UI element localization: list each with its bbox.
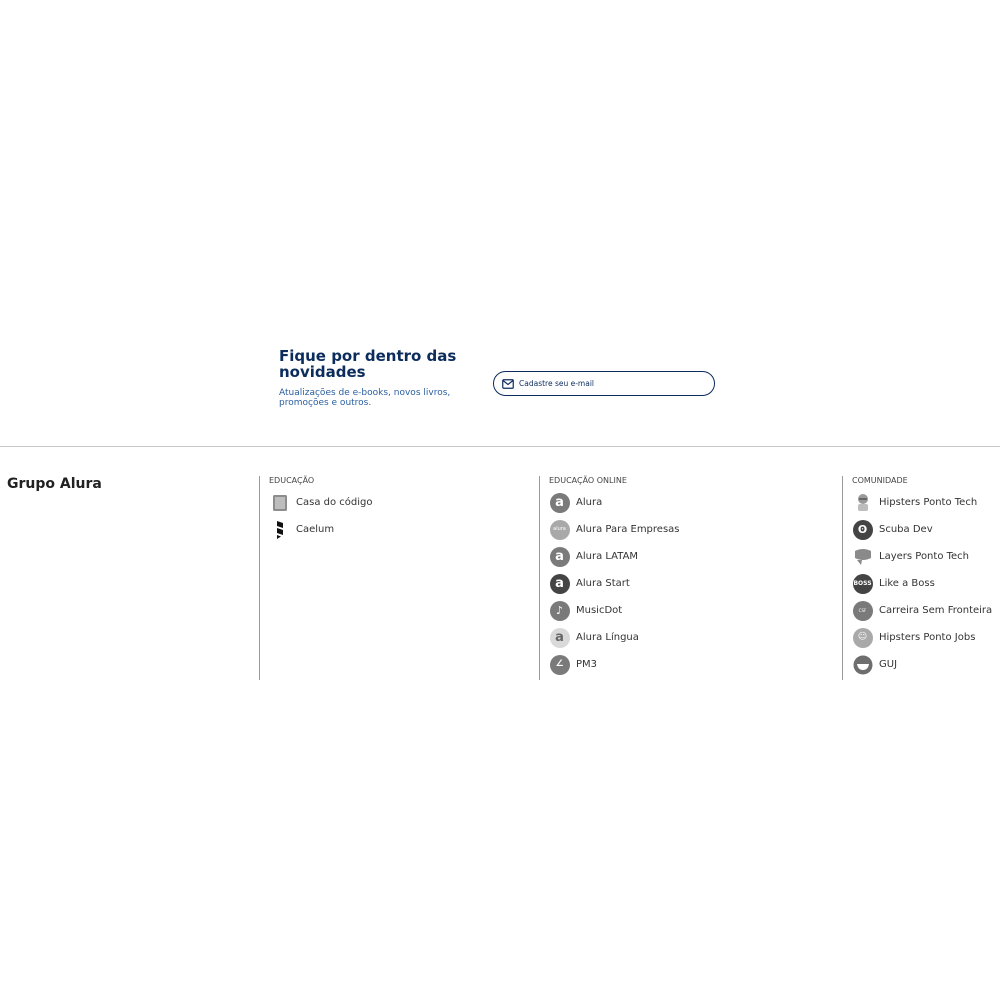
- footer-link-pm3[interactable]: ∠ PM3: [549, 651, 839, 678]
- footer-link-label: Hipsters Ponto Jobs: [879, 632, 976, 643]
- brand-title: Grupo Alura: [7, 476, 102, 492]
- alura-empresas-icon: alura: [549, 519, 570, 540]
- mail-icon: [502, 378, 514, 389]
- footer-link-label: Scuba Dev: [879, 524, 933, 535]
- email-signup-input[interactable]: Cadastre seu e-mail: [493, 371, 715, 396]
- alura-latam-icon: a: [549, 546, 570, 567]
- footer-link-musicdot[interactable]: ♪ MusicDot: [549, 597, 839, 624]
- footer-link-label: Alura Start: [576, 578, 630, 589]
- column-title: COMUNIDADE: [852, 476, 908, 485]
- layers-ponto-tech-icon: [852, 546, 873, 567]
- footer-link-label: Alura LATAM: [576, 551, 639, 562]
- alura-lingua-icon: a: [549, 627, 570, 648]
- musicdot-icon: ♪: [549, 600, 570, 621]
- footer-link-label: Alura Para Empresas: [576, 524, 680, 535]
- footer-link-label: Hipsters Ponto Tech: [879, 497, 978, 508]
- link-list: Hipsters Ponto Tech ʘ Scuba Dev Layers P…: [852, 489, 1000, 678]
- page: Fique por dentro das novidades Atualizaç…: [0, 0, 1000, 1000]
- footer-link-label: PM3: [576, 659, 598, 670]
- column-title: EDUCAÇÃO: [269, 476, 315, 485]
- footer-link-carreira-sem-fronteira[interactable]: CSF Carreira Sem Fronteira: [852, 597, 1000, 624]
- footer-link-caelum[interactable]: Caelum: [269, 516, 537, 543]
- newsletter-section: Fique por dentro das novidades Atualizaç…: [279, 348, 739, 418]
- footer-link-guj[interactable]: GUJ: [852, 651, 1000, 678]
- hipsters-ponto-tech-icon: [852, 492, 873, 513]
- email-placeholder: Cadastre seu e-mail: [519, 379, 595, 388]
- footer-link-scuba-dev[interactable]: ʘ Scuba Dev: [852, 516, 1000, 543]
- carreira-sem-fronteira-icon: CSF: [852, 600, 873, 621]
- footer-link-alura[interactable]: a Alura: [549, 489, 839, 516]
- footer-link-label: Like a Boss: [879, 578, 935, 589]
- footer-column-educacao: EDUCAÇÃO Casa do código Caelum: [259, 476, 537, 680]
- footer-link-label: Caelum: [296, 524, 335, 535]
- footer-link-alura-start[interactable]: a Alura Start: [549, 570, 839, 597]
- alura-start-icon: a: [549, 573, 570, 594]
- footer-link-alura-lingua[interactable]: a Alura Língua: [549, 624, 839, 651]
- caelum-icon: [269, 519, 290, 540]
- footer-link-layers-ponto-tech[interactable]: Layers Ponto Tech: [852, 543, 1000, 570]
- footer-link-alura-latam[interactable]: a Alura LATAM: [549, 543, 839, 570]
- footer-link-casa-do-codigo[interactable]: Casa do código: [269, 489, 537, 516]
- footer-divider: [0, 446, 1000, 447]
- footer-link-label: GUJ: [879, 659, 898, 670]
- casa-do-codigo-icon: [269, 492, 290, 513]
- alura-icon: a: [549, 492, 570, 513]
- pm3-icon: ∠: [549, 654, 570, 675]
- footer-link-label: MusicDot: [576, 605, 623, 616]
- hipsters-ponto-jobs-icon: ☺: [852, 627, 873, 648]
- footer-link-label: Carreira Sem Fronteira: [879, 605, 993, 616]
- newsletter-title: Fique por dentro das novidades: [279, 347, 457, 381]
- footer-link-alura-empresas[interactable]: alura Alura Para Empresas: [549, 516, 839, 543]
- footer-link-label: Casa do código: [296, 497, 373, 508]
- footer-link-label: Layers Ponto Tech: [879, 551, 970, 562]
- column-title: EDUCAÇÃO ONLINE: [549, 476, 627, 485]
- link-list: Casa do código Caelum: [269, 489, 537, 543]
- footer-link-hipsters-ponto-jobs[interactable]: ☺ Hipsters Ponto Jobs: [852, 624, 1000, 651]
- newsletter-subtitle: Atualizações de e-books, novos livros, p…: [279, 388, 451, 408]
- like-a-boss-icon: BOSS: [852, 573, 873, 594]
- footer-link-label: Alura: [576, 497, 603, 508]
- footer-column-educacao-online: EDUCAÇÃO ONLINE a Alura alura Alura Para…: [539, 476, 839, 680]
- footer-link-hipsters-ponto-tech[interactable]: Hipsters Ponto Tech: [852, 489, 1000, 516]
- link-list: a Alura alura Alura Para Empresas a Alur…: [549, 489, 839, 678]
- guj-icon: [852, 654, 873, 675]
- footer-link-like-a-boss[interactable]: BOSS Like a Boss: [852, 570, 1000, 597]
- scuba-dev-icon: ʘ: [852, 519, 873, 540]
- footer-link-label: Alura Língua: [576, 632, 639, 643]
- footer-column-comunidade: COMUNIDADE Hipsters Ponto Tech ʘ Scuba D…: [842, 476, 1000, 680]
